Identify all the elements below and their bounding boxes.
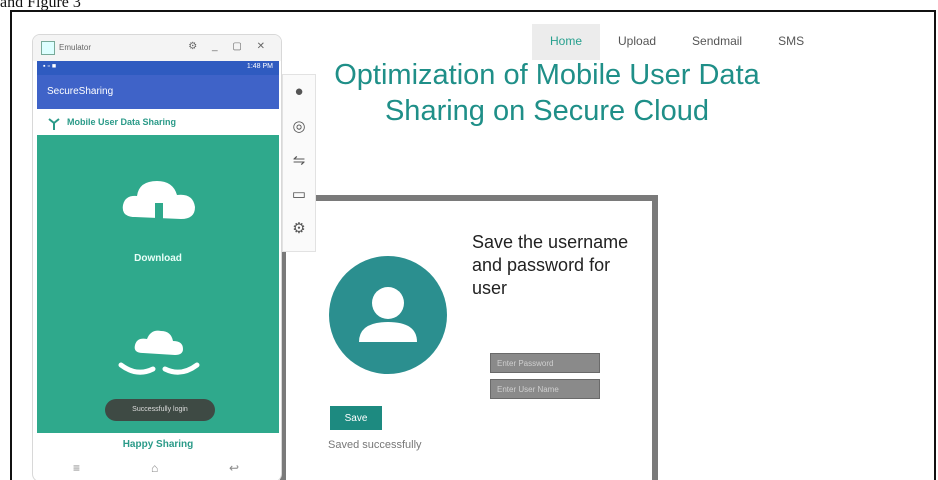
browser-frame: Home Upload Sendmail SMS Optimization of… xyxy=(10,10,936,480)
phone-emulator: Emulator ⚙ _ ▢ ✕ ▪ ▫ ■ 1:48 PM SecureSha… xyxy=(32,34,282,480)
status-message: Saved successfully xyxy=(328,439,422,451)
nav-home[interactable]: Home xyxy=(532,24,601,60)
page-title: Optimization of Mobile User Data Sharing… xyxy=(334,59,760,127)
emulator-titlebar: Emulator ⚙ _ ▢ ✕ xyxy=(33,35,281,61)
emulator-side-toolbar: ● ◎ ⇋ ▭ ⚙ xyxy=(282,74,316,252)
folder-icon[interactable]: ▭ xyxy=(283,185,315,203)
avatar-icon[interactable]: ● xyxy=(283,83,315,100)
notification-icons: ▪ ▫ ■ xyxy=(43,63,57,70)
toast-message: Successfully login xyxy=(105,399,215,421)
nav-sms[interactable]: SMS xyxy=(760,24,822,60)
nav-sendmail[interactable]: Sendmail xyxy=(674,24,760,60)
home-icon[interactable]: ⌂ xyxy=(151,461,158,475)
footer-text: Happy Sharing xyxy=(122,439,194,450)
camera-icon[interactable]: ◎ xyxy=(283,117,315,135)
app-header-label: Mobile User Data Sharing xyxy=(67,117,177,127)
status-time: 1:48 PM xyxy=(246,63,273,70)
android-nav-bar: ≡ ⌂ ↩ xyxy=(33,455,281,480)
nav-upload[interactable]: Upload xyxy=(600,24,674,60)
app-title-bar: SecureSharing xyxy=(37,75,279,109)
password-field[interactable]: Enter Password xyxy=(490,353,600,373)
card-heading: Save the username and password for user xyxy=(472,232,629,298)
download-cloud-icon[interactable] xyxy=(119,173,199,243)
emulator-app-icon xyxy=(41,41,55,55)
window-controls[interactable]: ⚙ _ ▢ ✕ xyxy=(188,41,271,52)
save-credentials-card: Save the username and password for user … xyxy=(280,195,658,480)
username-field[interactable]: Enter User Name xyxy=(490,379,600,399)
person-icon xyxy=(359,287,417,342)
android-status-bar: ▪ ▫ ■ 1:48 PM xyxy=(37,61,279,75)
save-button[interactable]: Save xyxy=(330,406,382,430)
cloud-hands-icon[interactable] xyxy=(117,325,201,381)
user-avatar-icon xyxy=(329,256,447,374)
gear-icon[interactable]: ⚙ xyxy=(283,219,315,237)
app-header: Mobile User Data Sharing xyxy=(37,109,279,135)
main-panel: Download Successfully login xyxy=(37,135,279,433)
top-nav: Home Upload Sendmail SMS xyxy=(532,24,822,60)
settings-icon[interactable]: ⇋ xyxy=(283,151,315,169)
download-label[interactable]: Download xyxy=(37,253,279,264)
menu-icon[interactable]: ≡ xyxy=(73,461,80,475)
back-icon[interactable]: ↩ xyxy=(229,461,239,475)
emulator-title: Emulator xyxy=(59,43,92,52)
